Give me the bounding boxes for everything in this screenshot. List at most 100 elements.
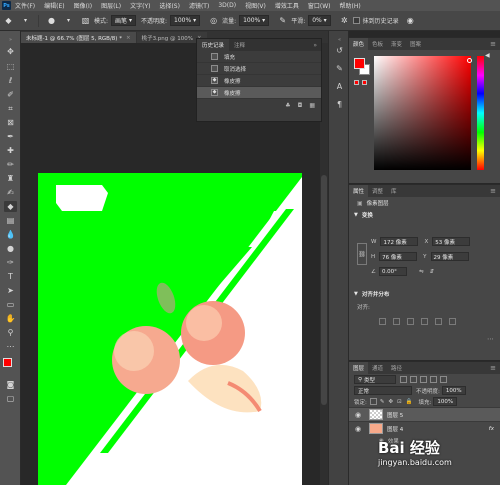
tab-history[interactable]: 历史记录 [197, 39, 230, 51]
transform-section-header[interactable]: ▼ 变换 [349, 209, 500, 220]
airbrush-icon[interactable]: ✎ [278, 16, 287, 25]
menu-type[interactable]: 文字(Y) [130, 1, 150, 10]
brush-preset-icon[interactable]: ● [47, 16, 56, 25]
lock-all-icon[interactable]: 🔒 [406, 399, 413, 405]
panel-menu-icon[interactable]: ≡ [490, 40, 496, 48]
quick-mask-icon[interactable]: ◙ [4, 379, 17, 390]
eyedropper-tool-icon[interactable]: ✒ [4, 131, 17, 142]
align-center-icon[interactable] [393, 318, 400, 325]
collapse-icon[interactable]: « [334, 34, 345, 45]
layer-item-selected[interactable]: ◉ 图层 5 [349, 407, 500, 421]
tab-channels[interactable]: 通道 [368, 362, 387, 374]
character-panel-icon[interactable]: A [334, 81, 345, 92]
pressure-opacity-icon[interactable]: ◎ [209, 16, 218, 25]
y-field[interactable]: 29 像素 [430, 252, 469, 261]
collapse-icon[interactable]: » [313, 42, 317, 49]
eye-icon[interactable]: ◉ [353, 411, 363, 419]
blend-mode-select[interactable]: 正常 [354, 386, 412, 395]
layer-item[interactable]: ◉ 图层 4 fx [349, 421, 500, 435]
opacity-field[interactable]: 100% ▾ [170, 15, 201, 26]
paragraph-panel-icon[interactable]: ¶ [334, 99, 345, 110]
color-picker-field[interactable] [374, 56, 472, 170]
hand-tool-icon[interactable]: ✋ [4, 313, 17, 324]
tab-patterns[interactable]: 图案 [406, 38, 425, 50]
flip-horizontal-icon[interactable]: ⇋ [419, 269, 424, 275]
smooth-field[interactable]: 0% ▾ [308, 15, 331, 26]
tab-swatches[interactable]: 色板 [368, 38, 387, 50]
filter-adjustment-icon[interactable] [410, 376, 417, 383]
new-snapshot-icon[interactable]: ◘ [298, 102, 303, 109]
menu-file[interactable]: 文件(F) [15, 1, 35, 10]
type-tool-icon[interactable]: T [4, 271, 17, 282]
tab-color[interactable]: 颜色 [349, 38, 369, 50]
zoom-tool-icon[interactable]: ⚲ [4, 327, 17, 338]
crop-tool-icon[interactable]: ⌗ [4, 103, 17, 114]
dodge-tool-icon[interactable]: ● [4, 243, 17, 254]
brush-tool-icon[interactable]: ✏ [4, 159, 17, 170]
chevron-down-icon[interactable]: ▾ [64, 16, 73, 25]
clone-stamp-tool-icon[interactable]: ♜ [4, 173, 17, 184]
history-item[interactable]: 填充 [197, 51, 321, 63]
align-bottom-icon[interactable] [449, 318, 456, 325]
filter-pixel-icon[interactable] [400, 376, 407, 383]
history-panel-icon[interactable]: ↺ [334, 45, 345, 56]
menu-view[interactable]: 视图(V) [245, 1, 266, 10]
align-middle-icon[interactable] [435, 318, 442, 325]
history-item[interactable]: ◆ 橡皮擦 [197, 75, 321, 87]
align-section-header[interactable]: ▼ 对齐并分布 [349, 288, 389, 299]
frame-tool-icon[interactable]: ⊠ [4, 117, 17, 128]
brush-panel-icon[interactable]: ✎ [334, 63, 345, 74]
lock-artboard-icon[interactable]: ⊡ [397, 399, 402, 405]
mode-select[interactable]: 画笔 ▾ [111, 15, 136, 26]
align-top-icon[interactable] [421, 318, 428, 325]
menu-window[interactable]: 窗口(W) [308, 1, 331, 10]
tab-notes[interactable]: 注释 [229, 39, 250, 51]
layer-opacity-field[interactable]: 100% [441, 386, 466, 395]
collapse-icon[interactable]: » [4, 34, 17, 45]
blur-tool-icon[interactable]: 💧 [4, 229, 17, 240]
menu-3d[interactable]: 3D(D) [218, 2, 236, 9]
align-left-icon[interactable] [379, 318, 386, 325]
foreground-color-swatch[interactable] [3, 358, 12, 367]
width-field[interactable]: 172 像素 [380, 237, 419, 246]
tab-properties[interactable]: 属性 [349, 185, 369, 197]
history-item-selected[interactable]: ◆ 橡皮擦 [197, 87, 321, 99]
fill-field[interactable]: 100% [433, 397, 458, 406]
more-tools-icon[interactable]: ⋯ [4, 341, 17, 352]
height-field[interactable]: 76 像素 [379, 252, 418, 261]
document-canvas[interactable] [38, 173, 302, 485]
screen-mode-icon[interactable]: ▢ [4, 393, 17, 404]
trash-icon[interactable]: ▦ [309, 102, 315, 109]
history-brush-tool-icon[interactable]: ✍ [4, 187, 17, 198]
web-safe-swatch[interactable] [362, 80, 367, 85]
angle-field[interactable]: 0.00° [378, 267, 407, 276]
lasso-tool-icon[interactable]: ℓ [4, 75, 17, 86]
filter-smart-object-icon[interactable] [440, 376, 447, 383]
menu-plugins[interactable]: 增效工具 [275, 1, 299, 10]
scrollbar-thumb[interactable] [321, 175, 327, 405]
chevron-down-icon[interactable]: ▾ [21, 16, 30, 25]
menu-select[interactable]: 选择(S) [159, 1, 180, 10]
close-icon[interactable]: × [126, 35, 131, 41]
history-item[interactable]: 取消选择 [197, 63, 321, 75]
fx-icon[interactable]: fx [489, 426, 494, 432]
panel-menu-icon[interactable]: ≡ [490, 364, 496, 372]
path-selection-tool-icon[interactable]: ➤ [4, 285, 17, 296]
tab-gradients[interactable]: 渐变 [387, 38, 406, 50]
link-icon[interactable]: ⛓ [357, 243, 367, 265]
tab-libraries[interactable]: 库 [387, 185, 401, 197]
lock-position-icon[interactable]: ✥ [388, 399, 393, 405]
layer-filter-select[interactable]: ⚲ 类型 [354, 375, 396, 384]
tab-adjustments[interactable]: 调整 [368, 185, 387, 197]
color-picker-cursor[interactable] [467, 58, 472, 63]
hue-slider-handle[interactable]: ◀ [485, 52, 490, 59]
healing-brush-tool-icon[interactable]: ✚ [4, 145, 17, 156]
eraser-tool-preset-icon[interactable]: ◆ [4, 16, 13, 25]
move-tool-icon[interactable]: ✥ [4, 46, 17, 57]
filter-type-icon[interactable] [420, 376, 427, 383]
menu-edit[interactable]: 编辑(E) [44, 1, 64, 10]
warning-swatch[interactable] [354, 80, 359, 85]
panel-menu-icon[interactable]: ≡ [490, 187, 496, 195]
more-options-icon[interactable]: ⋯ [487, 335, 494, 343]
gradient-tool-icon[interactable]: ▤ [4, 215, 17, 226]
